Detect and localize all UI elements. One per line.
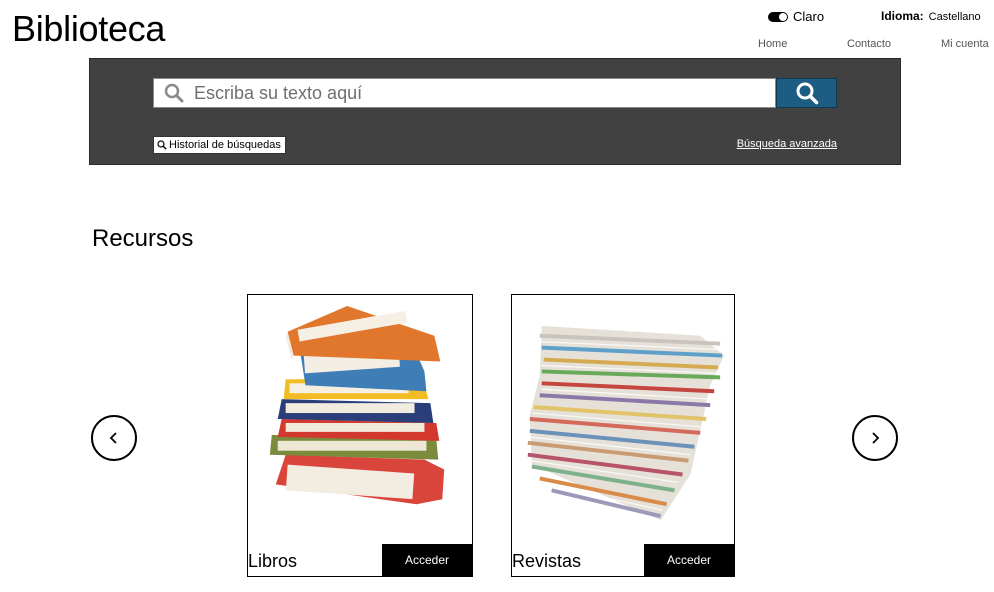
books-stack-image: [269, 306, 445, 505]
search-button[interactable]: [776, 78, 837, 108]
search-icon: [796, 82, 818, 105]
resource-card-libros: Libros Acceder: [247, 294, 473, 577]
nav-mi-cuenta[interactable]: Mi cuenta: [941, 38, 989, 50]
resource-card-revistas: Revistas Acceder: [511, 294, 735, 577]
search-box[interactable]: [153, 78, 776, 108]
search-input[interactable]: [194, 80, 764, 106]
carousel-prev-button[interactable]: [91, 415, 137, 461]
carousel-next-button[interactable]: [852, 415, 898, 461]
search-icon: [157, 140, 167, 150]
resources-title: Recursos: [92, 225, 194, 252]
magazines-stack-image: [527, 325, 725, 521]
theme-label: Claro: [793, 9, 825, 24]
nav-contacto[interactable]: Contacto: [847, 38, 891, 50]
language-label: Idioma:: [881, 9, 924, 23]
language-value[interactable]: Castellano: [929, 11, 981, 23]
advanced-search-link[interactable]: Búsqueda avanzada: [737, 138, 837, 150]
access-button[interactable]: Acceder: [382, 544, 472, 576]
search-icon: [154, 79, 194, 107]
top-nav: Home Contacto Mi cuenta: [0, 38, 994, 52]
nav-home[interactable]: Home: [758, 38, 787, 50]
language-selector[interactable]: Idioma: Castellano: [881, 9, 981, 23]
chevron-left-icon: [109, 432, 117, 444]
card-label: Revistas: [512, 551, 582, 571]
search-history-button[interactable]: Historial de búsquedas: [153, 136, 286, 154]
chevron-right-icon: [872, 432, 880, 444]
toggle-switch-icon[interactable]: [768, 11, 788, 22]
card-label: Libros: [248, 551, 298, 571]
access-button[interactable]: Acceder: [644, 544, 734, 576]
theme-toggle[interactable]: Claro: [768, 9, 824, 24]
search-panel: Historial de búsquedas Búsqueda avanzada: [89, 58, 901, 165]
search-history-label: Historial de búsquedas: [169, 139, 281, 151]
